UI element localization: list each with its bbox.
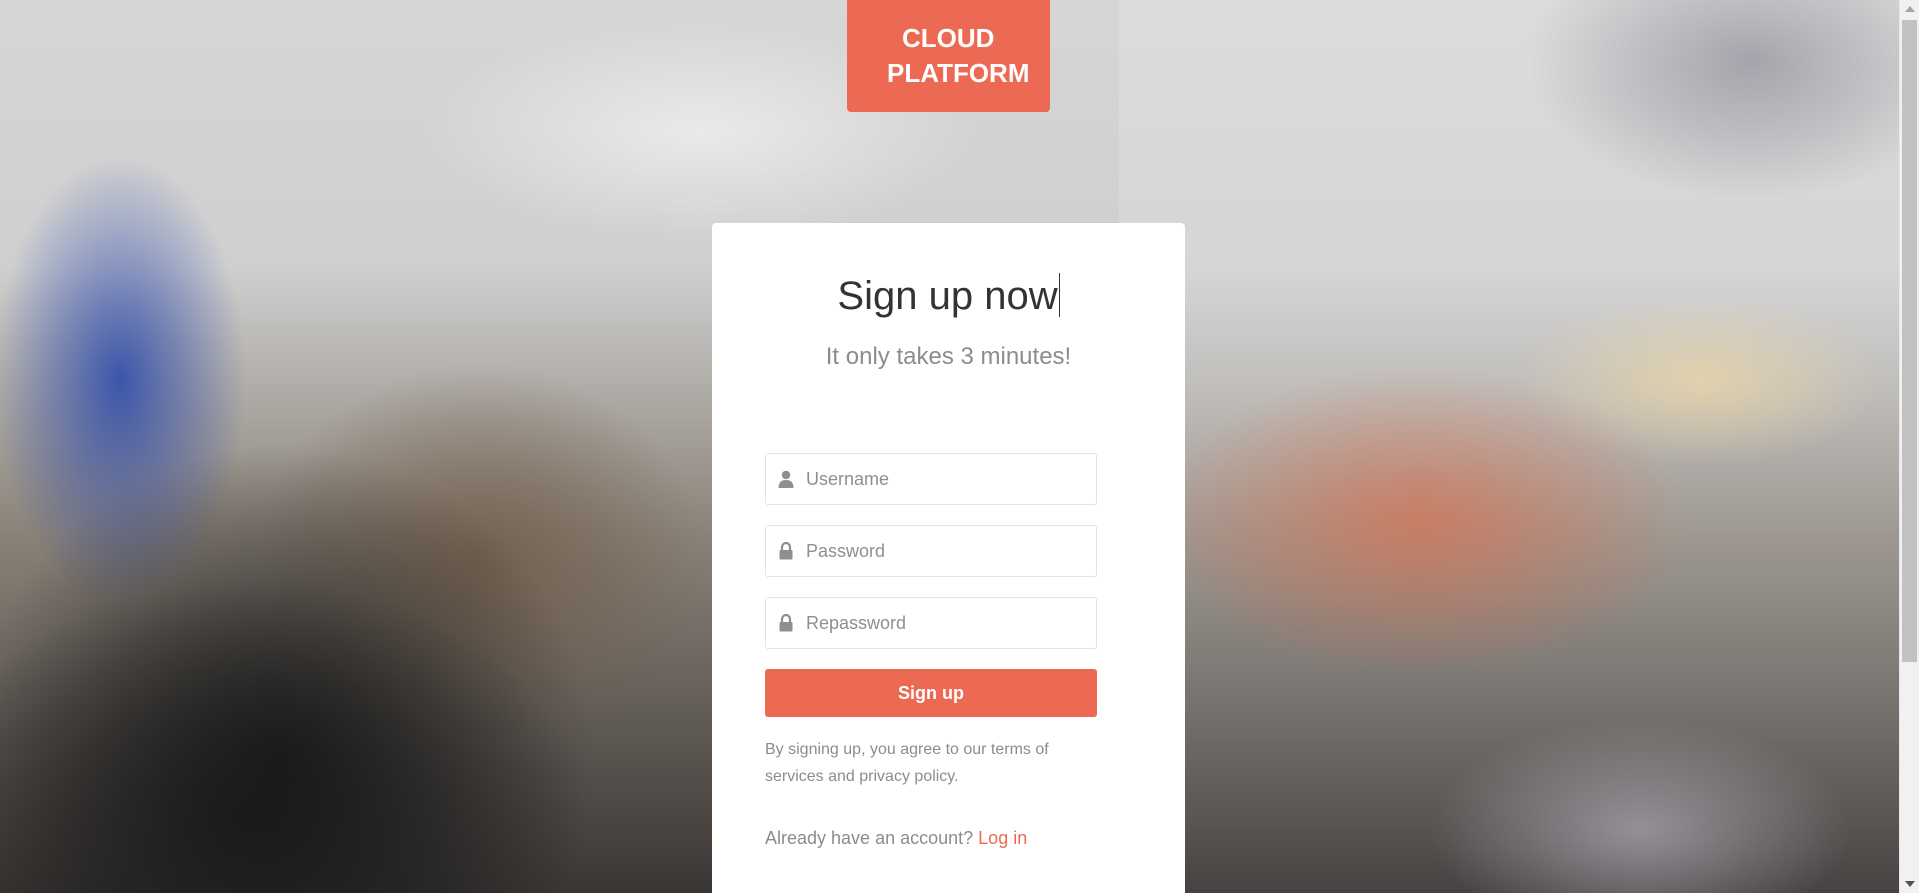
signup-title-text: Sign up now [837,274,1058,318]
text-caret [1058,273,1060,317]
lock-icon [778,541,794,560]
brand-logo[interactable]: CLOUD PLATFORM [847,0,1050,112]
scrollbar-thumb[interactable] [1902,20,1917,662]
vertical-scrollbar[interactable] [1899,0,1919,893]
username-field[interactable] [765,453,1097,505]
background-overlay [1119,0,1919,893]
page: CLOUD PLATFORM Sign up now It only takes… [0,0,1919,893]
scroll-down-arrow-icon[interactable] [1905,881,1915,887]
signup-title: Sign up now [712,273,1185,319]
signup-button[interactable]: Sign up [765,669,1097,717]
logo-line-1: CLOUD [902,23,995,53]
password-input[interactable] [806,526,1086,576]
background-shadow [0,420,700,893]
signup-card: Sign up now It only takes 3 minutes! Use… [712,223,1185,893]
login-prompt-text: Already have an account? [765,828,974,848]
username-input[interactable] [806,454,1086,504]
login-prompt-line: Already have an account? Log in [765,828,1027,849]
user-icon [778,470,794,488]
signup-subtitle: It only takes 3 minutes! [825,343,1072,370]
login-link[interactable]: Log in [978,828,1027,848]
repassword-field[interactable] [765,597,1097,649]
terms-text: By signing up, you agree to our terms of… [765,741,1049,785]
password-field[interactable] [765,525,1097,577]
scroll-up-arrow-icon[interactable] [1905,6,1915,12]
lock-icon [778,613,794,632]
repassword-input[interactable] [806,598,1086,648]
logo-line-2: PLATFORM [887,58,1030,88]
